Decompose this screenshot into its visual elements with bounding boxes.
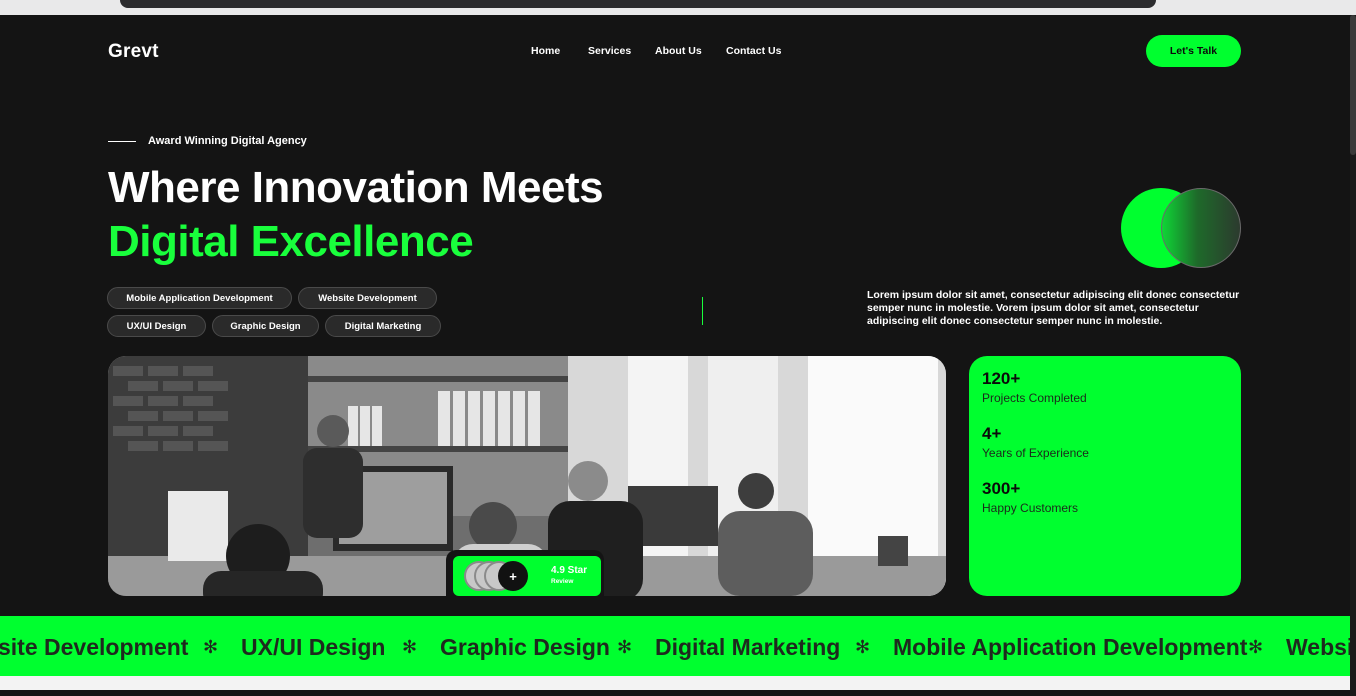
browser-tab-strip xyxy=(120,0,1156,8)
review-label: Review xyxy=(551,578,574,585)
tag-marketing[interactable]: Digital Marketing xyxy=(325,315,441,337)
marquee-item: Mobile Application Development xyxy=(893,634,1248,660)
asterisk-icon: ✻ xyxy=(855,637,871,657)
marquee-item: Graphic Design xyxy=(440,634,610,660)
tag-ux-ui[interactable]: UX/UI Design xyxy=(107,315,206,337)
stat-customers-value: 300+ xyxy=(982,479,1021,498)
nav-about[interactable]: About Us xyxy=(655,45,702,57)
stat-years-value: 4+ xyxy=(982,424,1002,443)
asterisk-icon: ✻ xyxy=(402,637,418,657)
brand-logo[interactable]: Grevt xyxy=(108,41,159,63)
asterisk-icon: ✻ xyxy=(1248,637,1264,657)
stat-customers-label: Happy Customers xyxy=(982,501,1079,515)
hero-eyebrow: Award Winning Digital Agency xyxy=(108,135,307,147)
stat-projects-value: 120+ xyxy=(982,369,1021,388)
stat-projects-label: Projects Completed xyxy=(982,391,1087,405)
plus-icon[interactable]: + xyxy=(498,561,528,591)
hero-title-line1: Where Innovation Meets xyxy=(108,163,604,212)
stats-card: 120+ Projects Completed 4+ Years of Expe… xyxy=(969,356,1241,596)
scrollbar-thumb[interactable] xyxy=(1350,15,1356,155)
tag-mobile-app[interactable]: Mobile Application Development xyxy=(107,287,292,309)
eyebrow-text: Award Winning Digital Agency xyxy=(148,135,307,147)
hero-description: Lorem ipsum dolor sit amet, consectetur … xyxy=(867,289,1240,327)
asterisk-icon: ✻ xyxy=(617,637,633,657)
services-marquee: site Development ✻ UX/UI Design ✻ Graphi… xyxy=(0,616,1350,676)
lets-talk-button[interactable]: Let's Talk xyxy=(1146,35,1241,67)
next-section-edge xyxy=(0,676,1350,696)
hero-title-line2: Digital Excellence xyxy=(108,217,474,266)
eyebrow-line xyxy=(108,140,136,142)
page-bottom xyxy=(0,690,1350,696)
asterisk-icon: ✻ xyxy=(203,637,219,657)
tag-graphic[interactable]: Graphic Design xyxy=(212,315,319,337)
marquee-item: Digital Marketing xyxy=(655,634,841,660)
marquee-item: Websi xyxy=(1286,634,1350,660)
marquee-item: site Development xyxy=(0,634,189,660)
tag-website[interactable]: Website Development xyxy=(298,287,437,309)
marquee-item: UX/UI Design xyxy=(241,634,386,660)
decor-circle-gradient xyxy=(1161,188,1241,268)
nav-services[interactable]: Services xyxy=(588,45,631,57)
review-rating: 4.9 Star xyxy=(551,565,588,576)
stat-years-label: Years of Experience xyxy=(982,446,1089,460)
nav-home[interactable]: Home xyxy=(531,45,560,57)
nav-contact[interactable]: Contact Us xyxy=(726,45,781,57)
green-divider xyxy=(702,297,703,325)
browser-top-bar xyxy=(0,0,1356,15)
